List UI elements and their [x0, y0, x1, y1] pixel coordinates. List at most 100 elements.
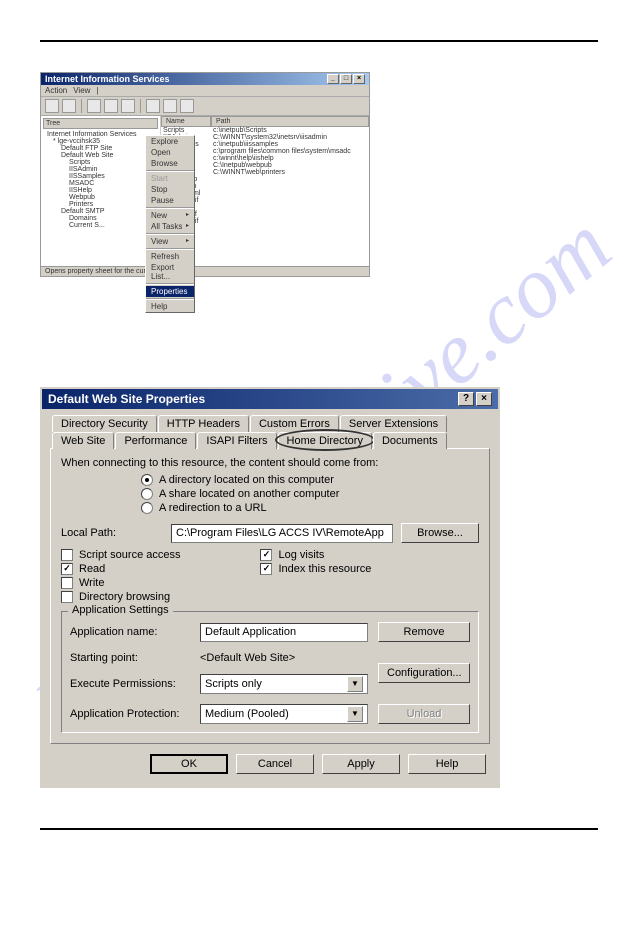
browse-button[interactable]: Browse... [401, 523, 479, 543]
ctx-start: Start [146, 173, 194, 184]
check-write[interactable] [61, 577, 73, 589]
check-script-source[interactable] [61, 549, 73, 561]
help-button[interactable]: Help [408, 754, 486, 774]
check-directory-browsing[interactable] [61, 591, 73, 603]
tab-documents[interactable]: Documents [373, 432, 447, 449]
tree-current[interactable]: Current S... [43, 222, 158, 229]
iis-statusbar: Opens property sheet for the current sel… [41, 266, 369, 276]
local-path-input[interactable]: C:\Program Files\LG ACCS IV\RemoteApp [171, 524, 393, 543]
tree-ftp[interactable]: Default FTP Site [43, 145, 158, 152]
check-script-source-label: Script source access [79, 549, 180, 561]
ctx-open[interactable]: Open [146, 147, 194, 158]
radio-share[interactable] [141, 488, 153, 500]
ctx-properties[interactable]: Properties [146, 286, 194, 297]
toolbar-pause-icon[interactable] [180, 99, 194, 113]
tab-http-headers[interactable]: HTTP Headers [158, 415, 249, 432]
check-read[interactable] [61, 563, 73, 575]
radio-directory-label: A directory located on this computer [159, 474, 334, 486]
app-protection-select[interactable]: Medium (Pooled) ▼ [200, 704, 368, 724]
check-log-visits[interactable] [260, 549, 272, 561]
ctx-all-tasks[interactable]: All Tasks [146, 221, 194, 232]
toolbar-props-icon[interactable] [104, 99, 118, 113]
toolbar-stop-icon[interactable] [163, 99, 177, 113]
close-button[interactable]: × [353, 74, 365, 84]
help-button[interactable]: ? [458, 392, 474, 406]
exec-perms-label: Execute Permissions: [70, 678, 190, 690]
tab-directory-security[interactable]: Directory Security [52, 415, 157, 432]
tree-default-web[interactable]: Default Web Site [61, 152, 113, 159]
tree-smtp[interactable]: Default SMTP [43, 208, 158, 215]
tree-item[interactable]: Printers [43, 201, 158, 208]
iis-menubar: Action View | [41, 85, 369, 97]
check-index-resource[interactable] [260, 563, 272, 575]
tab-server-extensions[interactable]: Server Extensions [340, 415, 447, 432]
local-path-label: Local Path: [61, 527, 163, 539]
menu-view[interactable]: View [73, 86, 90, 95]
app-name-input[interactable]: Default Application [200, 623, 368, 642]
tree-item[interactable]: MSADC [43, 180, 158, 187]
toolbar-refresh-icon[interactable] [121, 99, 135, 113]
toolbar-up-icon[interactable] [87, 99, 101, 113]
check-index-resource-label: Index this resource [278, 563, 371, 575]
toolbar-forward-icon[interactable] [62, 99, 76, 113]
exec-perms-select[interactable]: Scripts only ▼ [200, 674, 368, 694]
tree-host[interactable]: * lge-vccihsk35 [43, 138, 158, 145]
close-button[interactable]: × [476, 392, 492, 406]
starting-point-label: Starting point: [70, 652, 190, 664]
tab-isapi-filters[interactable]: ISAPI Filters [197, 432, 276, 449]
application-settings-group: Application Settings Application name: D… [61, 611, 479, 733]
ctx-help[interactable]: Help [146, 301, 194, 312]
toolbar-start-icon[interactable] [146, 99, 160, 113]
toolbar-back-icon[interactable] [45, 99, 59, 113]
ctx-export[interactable]: Export List... [146, 262, 194, 282]
tree-root[interactable]: Internet Information Services [43, 131, 158, 138]
ctx-explore[interactable]: Explore [146, 136, 194, 147]
col-header-name[interactable]: Name [161, 116, 211, 127]
apply-button[interactable]: Apply [322, 754, 400, 774]
properties-dialog: Default Web Site Properties ? × Director… [40, 387, 500, 788]
list-row: Scriptsc:\inetpub\Scripts [161, 127, 369, 134]
check-log-visits-label: Log visits [278, 549, 324, 561]
page-bottom-rule [40, 828, 598, 830]
maximize-button[interactable]: □ [340, 74, 352, 84]
radio-directory[interactable] [141, 474, 153, 486]
exec-perms-value: Scripts only [205, 678, 262, 690]
radio-share-label: A share located on another computer [159, 488, 339, 500]
ctx-pause[interactable]: Pause [146, 195, 194, 206]
radio-url[interactable] [141, 502, 153, 514]
menu-action[interactable]: Action [45, 86, 67, 95]
tab-home-directory[interactable]: Home Directory [278, 432, 372, 449]
tree-item[interactable]: IISSamples [43, 173, 158, 180]
tree-item[interactable]: Webpub [43, 194, 158, 201]
tree-item[interactable]: IISHelp [43, 187, 158, 194]
tree-header: Tree [43, 118, 158, 129]
iis-toolbar [41, 97, 369, 116]
ctx-view[interactable]: View [146, 236, 194, 247]
cancel-button[interactable]: Cancel [236, 754, 314, 774]
minimize-button[interactable]: _ [327, 74, 339, 84]
ctx-new[interactable]: New [146, 210, 194, 221]
tree-item[interactable]: IISAdmin [43, 166, 158, 173]
chevron-down-icon[interactable]: ▼ [347, 676, 363, 692]
tree-domains[interactable]: Domains [43, 215, 158, 222]
tree-item[interactable]: Scripts [43, 159, 158, 166]
col-header-path[interactable]: Path [211, 116, 369, 127]
ctx-stop[interactable]: Stop [146, 184, 194, 195]
chevron-down-icon[interactable]: ▼ [347, 706, 363, 722]
radio-url-label: A redirection to a URL [159, 502, 267, 514]
tab-custom-errors[interactable]: Custom Errors [250, 415, 339, 432]
remove-button[interactable]: Remove [378, 622, 470, 642]
iis-tree-pane[interactable]: Tree Internet Information Services * lge… [41, 116, 161, 266]
app-name-label: Application name: [70, 626, 190, 638]
app-settings-title: Application Settings [68, 604, 173, 616]
app-protection-value: Medium (Pooled) [205, 708, 289, 720]
ok-button[interactable]: OK [150, 754, 228, 774]
check-write-label: Write [79, 577, 104, 589]
ctx-browse[interactable]: Browse [146, 158, 194, 169]
context-menu: Explore Open Browse Start Stop Pause New… [145, 135, 195, 313]
tab-web-site[interactable]: Web Site [52, 432, 114, 449]
ctx-refresh[interactable]: Refresh [146, 251, 194, 262]
page-top-rule [40, 40, 598, 42]
configuration-button[interactable]: Configuration... [378, 663, 470, 683]
tab-performance[interactable]: Performance [115, 432, 196, 449]
